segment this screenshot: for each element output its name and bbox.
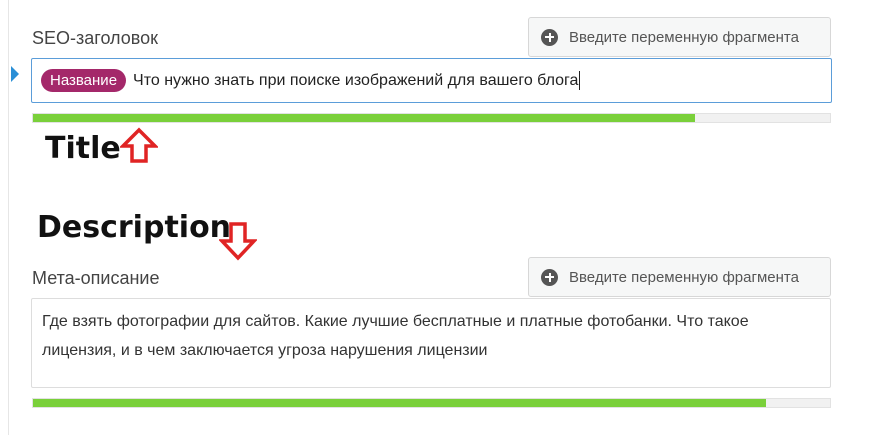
caret-right-icon[interactable] xyxy=(11,66,19,82)
insert-snippet-variable-label: Введите переменную фрагмента xyxy=(569,268,799,286)
seo-title-label: SEO-заголовок xyxy=(32,28,159,48)
meta-description-progress-fill xyxy=(33,399,767,407)
seo-title-progress-fill xyxy=(33,114,695,122)
title-annotation: Title xyxy=(45,131,121,166)
insert-snippet-variable-label: Введите переменную фрагмента xyxy=(569,28,799,46)
arrow-down-icon xyxy=(219,222,257,261)
title-variable-pill[interactable]: Название xyxy=(41,69,127,92)
meta-description-progress-bar xyxy=(32,398,831,408)
seo-title-text: Что нужно знать при поиске изображений д… xyxy=(133,71,579,89)
description-annotation: Description xyxy=(37,210,232,245)
seo-title-input[interactable]: Название Что нужно знать при поиске изоб… xyxy=(31,58,832,103)
meta-description-textarea[interactable]: Где взять фотографии для сайтов. Какие л… xyxy=(31,298,831,388)
arrow-up-icon xyxy=(120,127,158,163)
plus-circle-icon xyxy=(541,28,558,46)
meta-description-label: Мета-описание xyxy=(32,268,160,288)
text-cursor xyxy=(579,71,581,90)
plus-circle-icon xyxy=(541,268,558,286)
insert-snippet-variable-button-meta[interactable]: Введите переменную фрагмента xyxy=(528,257,831,297)
insert-snippet-variable-button[interactable]: Введите переменную фрагмента xyxy=(528,17,831,57)
left-border xyxy=(8,0,9,435)
seo-title-progress-bar xyxy=(32,113,831,123)
